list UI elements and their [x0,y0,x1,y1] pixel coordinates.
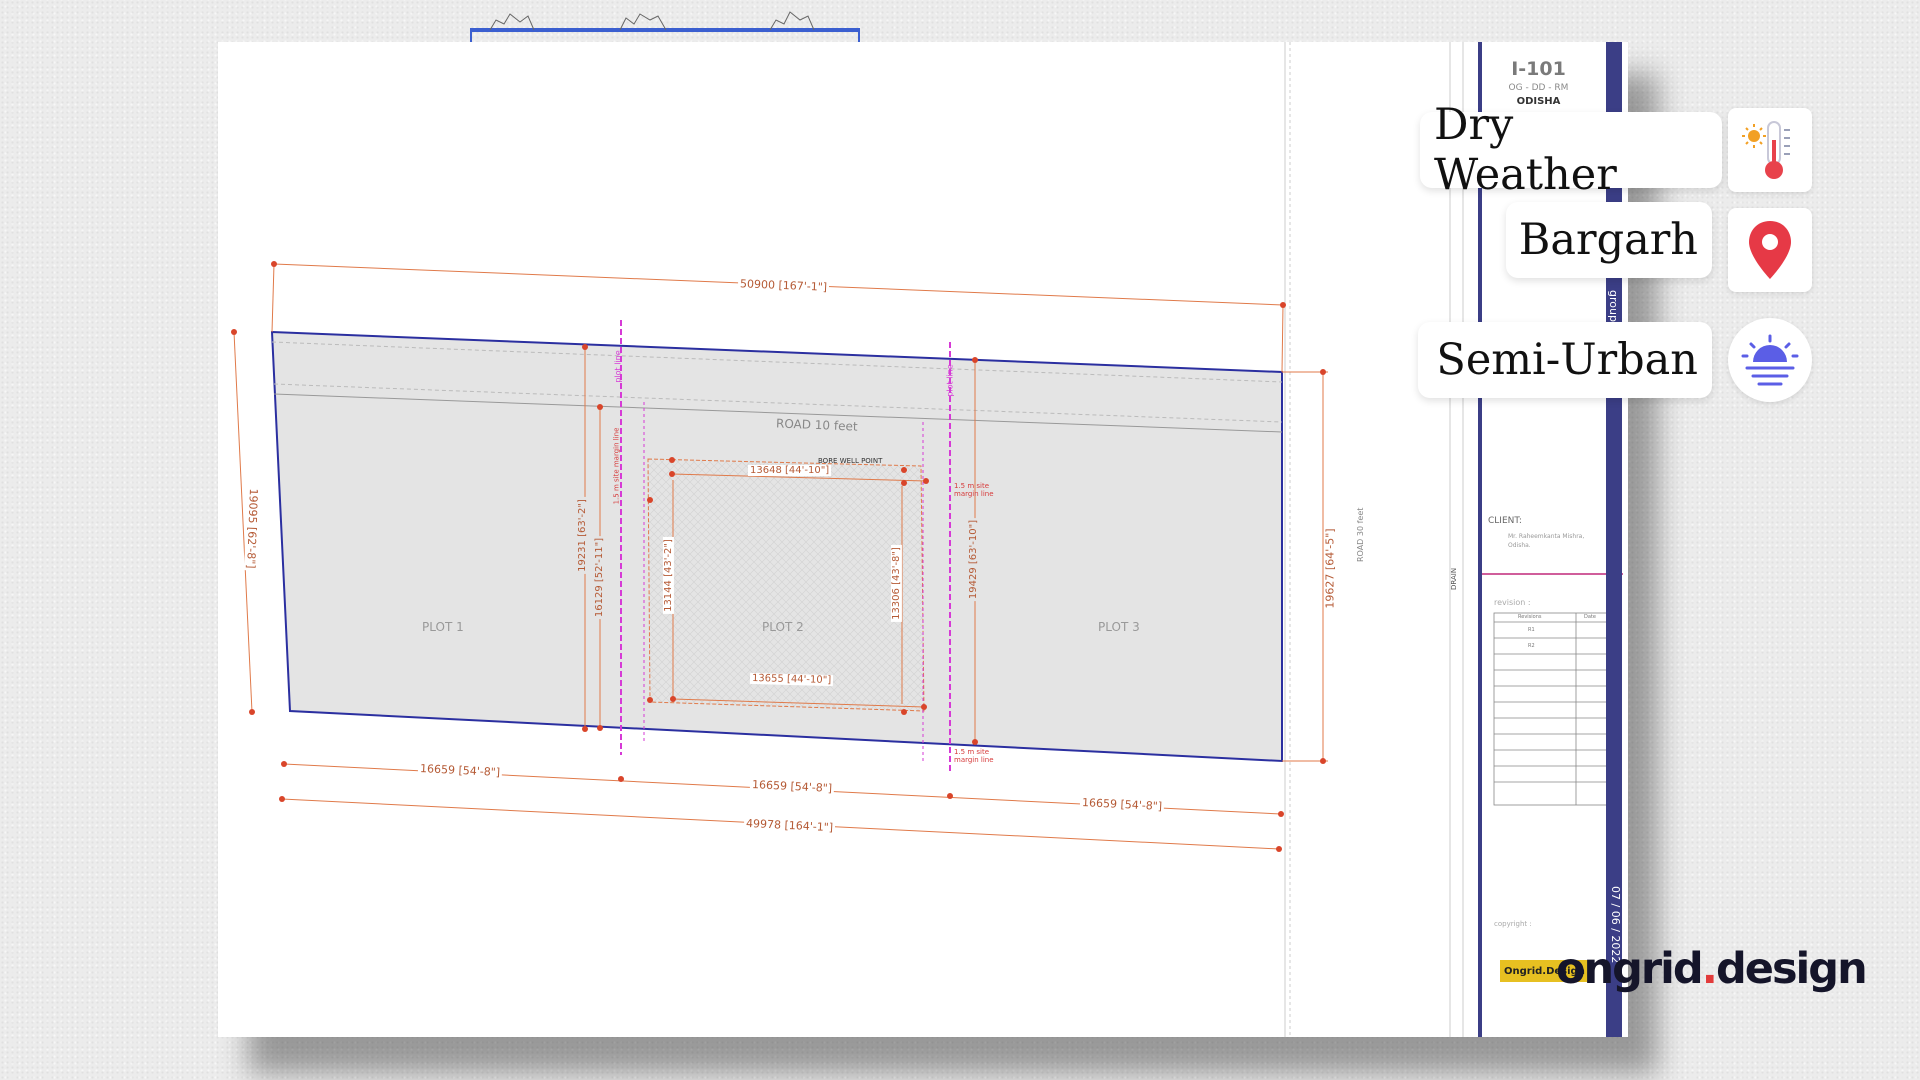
sunrise-icon [1728,318,1812,402]
thermometer-icon [1728,108,1812,192]
revision-row-r1: R1 [1528,627,1535,633]
margin-line-label-bottom-right: 1.5 m site margin line [954,748,994,764]
inner-bottom-dimension: 13655 [44'-10"] [749,672,834,687]
inner-right-dimension: 13306 [43'-8"] [890,545,902,622]
brand-logo: ongrid.design [1556,944,1868,994]
plot-2-right-dimension: 19429 [63'-10"] [968,517,980,602]
brand-name-part-2: design [1716,944,1868,994]
sheet-sub-code: OG - DD - RM [1508,83,1569,93]
client-heading: CLIENT: [1488,516,1522,526]
bore-well-label: BORE WELL POINT [818,457,883,465]
location-pin-icon [1728,208,1812,292]
brand-name-part-1: ongrid [1556,944,1704,994]
location-label: Bargarh [1518,215,1698,265]
location-card: Bargarh [1506,202,1712,278]
weather-card: Dry Weather [1420,100,1722,200]
margin-line-label-top-left: 1.5 m site margin line [612,427,621,505]
plot-2-left-inner-dimension: 16129 [52'-11"] [594,535,606,620]
area-type-card: Semi-Urban [1418,322,1712,398]
plot-line-label-right: plot line [945,364,955,397]
drawing-sheet: 50900 [167'-1"] 49978 [164'-1"] 16659 [5… [218,42,1628,1037]
drain-label: DRAIN [1450,567,1458,590]
copyright-heading: copyright : [1494,920,1532,928]
revision-header-date: Date [1584,614,1596,620]
margin-line-label-top-right: 1.5 m site margin line [954,482,994,498]
site-plan-drawing [231,42,1623,1037]
plot-line-label-left: plot line [613,350,623,383]
area-type-label: Semi-Urban [1436,335,1698,385]
background-drawing-fragment [470,8,860,42]
client-name: Mr. Raheemkanta Mishra, Odisha. [1508,533,1585,549]
revision-header-revisions: Revisions [1518,614,1542,620]
plot-3-label: PLOT 3 [1098,620,1140,634]
sheet-code: I-101 [1511,58,1566,80]
revision-heading: revision : [1494,598,1531,607]
brand-dot: . [1701,944,1718,994]
plot-2-left-outer-dimension: 19231 [63'-2"] [576,497,588,574]
plot-2-label: PLOT 2 [762,620,804,634]
weather-label: Dry Weather [1434,100,1617,200]
road-30-label: ROAD 30 feet [1356,507,1365,562]
inner-left-dimension: 13144 [43'-2"] [662,537,674,614]
inner-top-dimension: 13648 [44'-10"] [748,465,832,476]
plot-1-label: PLOT 1 [422,620,464,634]
right-height-label: 19627 [64'-5"] [1323,526,1337,611]
revision-table [1493,612,1609,806]
group-tag: group [1607,290,1620,322]
revision-row-r2: R2 [1528,643,1535,649]
